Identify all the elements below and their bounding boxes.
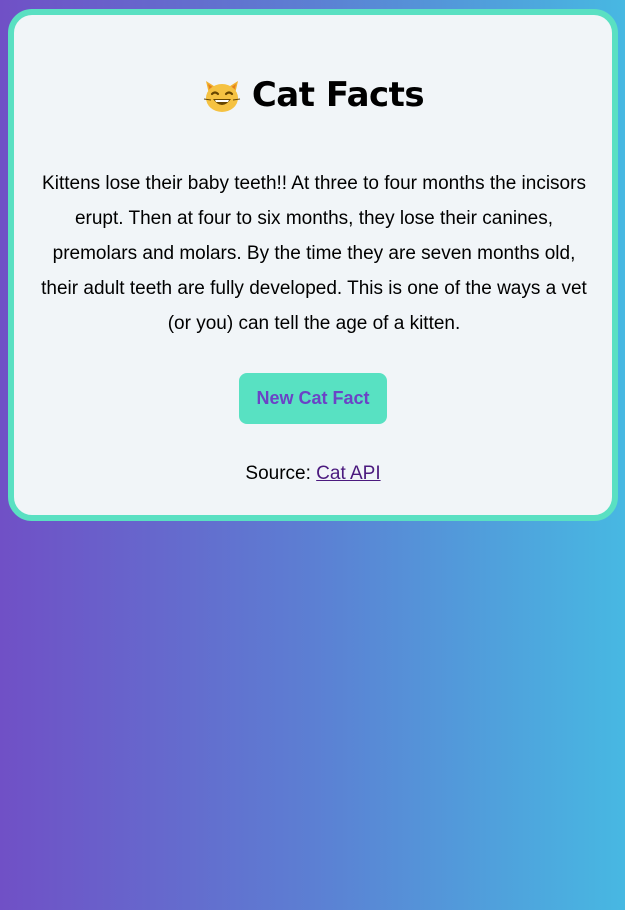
new-cat-fact-button[interactable]: New Cat Fact — [239, 373, 387, 424]
cat-api-link[interactable]: Cat API — [316, 463, 380, 484]
cat-fact-text: Kittens lose their baby teeth!! At three… — [41, 173, 587, 334]
page-title: Cat Facts — [14, 75, 612, 115]
source-prefix: Source: — [245, 463, 317, 484]
title-text: Cat Facts — [251, 75, 425, 115]
source-line: Source: Cat API — [14, 463, 612, 485]
cat-fact-card: Cat Facts Kittens lose their baby teeth!… — [8, 9, 618, 521]
grinning-cat-face-icon — [202, 75, 242, 115]
